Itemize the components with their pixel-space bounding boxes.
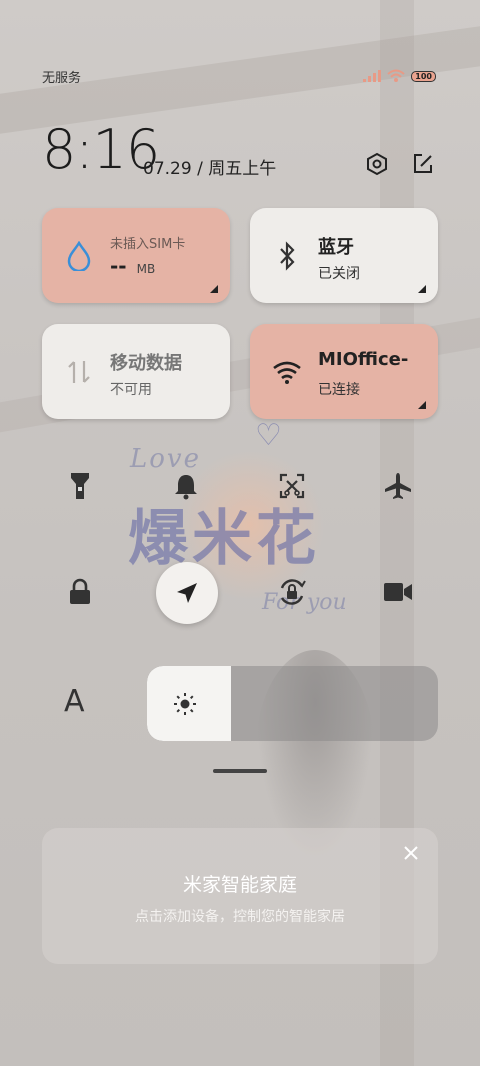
mobile-data-title: 移动数据 (110, 353, 182, 374)
airplane-icon[interactable] (378, 466, 418, 506)
data-usage-tile[interactable]: 未插入SIM卡 -- MB (42, 208, 230, 303)
brightness-slider[interactable] (147, 666, 438, 741)
mobile-data-tile[interactable]: 移动数据 不可用 (42, 324, 230, 419)
clock-date: 07.29 / 周五上午 (143, 159, 277, 179)
wifi-network-name: MIOffice- (318, 349, 409, 370)
expand-corner-icon (210, 285, 218, 293)
edit-icon[interactable] (409, 150, 437, 178)
status-bar: 无服务 100 (42, 66, 436, 86)
bluetooth-status: 已关闭 (318, 266, 360, 282)
bell-icon[interactable] (166, 466, 206, 506)
rotation-lock-icon[interactable] (272, 572, 312, 612)
wifi-status: 已连接 (318, 382, 360, 398)
expand-corner-icon (418, 401, 426, 409)
bluetooth-title: 蓝牙 (318, 237, 354, 258)
water-drop-icon (64, 240, 94, 271)
smart-home-card[interactable]: 米家智能家庭 点击添加设备，控制您的智能家居 (42, 828, 438, 964)
drag-handle[interactable] (213, 769, 267, 773)
expand-corner-icon (418, 285, 426, 293)
settings-hex-icon[interactable] (363, 150, 391, 178)
font-size-button[interactable]: A (64, 684, 85, 719)
wifi-tile[interactable]: MIOffice- 已连接 (250, 324, 438, 419)
card-subtitle: 点击添加设备，控制您的智能家居 (135, 909, 345, 925)
screenshot-icon[interactable] (272, 466, 312, 506)
close-icon[interactable] (400, 842, 422, 864)
signal-icon (363, 70, 382, 82)
data-usage-title: 未插入SIM卡 (110, 237, 186, 252)
mobile-data-arrows-icon (64, 357, 94, 387)
location-arrow-icon (177, 583, 197, 603)
wallpaper-heart-doodle: ♡ (255, 418, 282, 453)
clock-time: 8:16 (42, 118, 160, 181)
lock-icon[interactable] (60, 572, 100, 612)
bluetooth-tile[interactable]: 蓝牙 已关闭 (250, 208, 438, 303)
wifi-icon (272, 357, 302, 387)
video-camera-icon[interactable] (378, 572, 418, 612)
carrier-label: 无服务 (42, 70, 82, 86)
flashlight-icon[interactable] (60, 466, 100, 506)
location-button[interactable] (156, 562, 218, 624)
battery-icon: 100 (411, 70, 436, 82)
card-title: 米家智能家庭 (182, 874, 297, 896)
data-usage-unit: MB (136, 262, 156, 276)
brightness-sun-icon (173, 692, 197, 716)
wifi-status-icon (387, 69, 405, 82)
mobile-data-status: 不可用 (110, 382, 152, 398)
data-usage-value: -- (110, 254, 127, 278)
bluetooth-icon (272, 240, 302, 271)
